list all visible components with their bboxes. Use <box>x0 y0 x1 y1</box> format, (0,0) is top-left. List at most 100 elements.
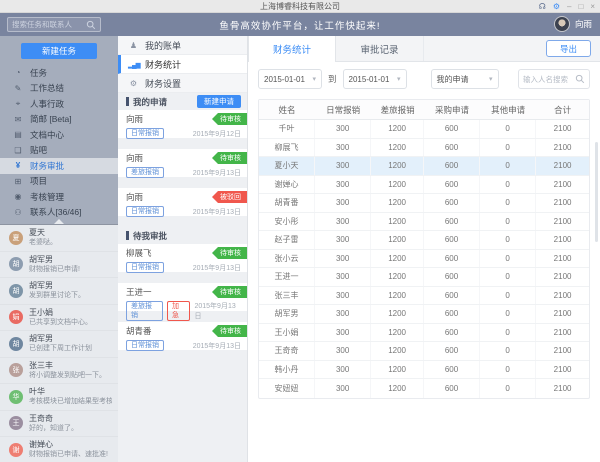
tab-label: 财务统计 <box>273 42 311 56</box>
tab-label: 审批记录 <box>360 42 398 56</box>
application-card[interactable]: 向雨 被驳回 日常报销 2015年9月13日 <box>118 188 247 216</box>
sidebar-nav-item[interactable]: 项目 <box>0 174 118 190</box>
table-row[interactable]: 谢婵心 300 1200 600 0 2100 <box>259 176 589 195</box>
cell-daily: 300 <box>315 157 371 175</box>
name-search[interactable] <box>518 69 590 89</box>
global-search-input[interactable] <box>12 20 86 29</box>
contact-item[interactable]: 胡 胡军男 已创建下周工作计划 <box>0 331 118 358</box>
name-search-input[interactable] <box>523 75 575 84</box>
cell-total: 2100 <box>536 250 589 268</box>
table-row[interactable]: 柳展飞 300 1200 600 0 2100 <box>259 139 589 158</box>
applicant-name: 王进一 <box>126 286 152 298</box>
table-row[interactable]: 千叶 300 1200 600 0 2100 <box>259 120 589 139</box>
applicant-name: 向雨 <box>126 113 143 125</box>
finance-menu-item[interactable]: 我的账单 <box>118 36 247 55</box>
panel-tab[interactable]: 财务统计 <box>248 36 336 62</box>
cell-travel: 1200 <box>371 231 424 249</box>
cell-name: 胡青番 <box>259 194 315 212</box>
table-row[interactable]: 张三丰 300 1200 600 0 2100 <box>259 287 589 306</box>
approval-card[interactable]: 柳展飞 待审核 日常报销 2015年9月13日 <box>118 244 247 272</box>
table-row[interactable]: 夏小天 300 1200 600 0 2100 <box>259 157 589 176</box>
table-row[interactable]: 安小彤 300 1200 600 0 2100 <box>259 213 589 232</box>
sidebar-nav-item[interactable]: 简邮 [Beta] <box>0 112 118 128</box>
sidebar-nav-item[interactable]: 贴吧 <box>0 143 118 159</box>
sidebar-nav-item[interactable]: 任务 <box>0 65 118 81</box>
support-icon[interactable]: ☊ <box>539 0 546 13</box>
app-window: 上海博睿科技有限公司 ☊ ⚙ – □ × 鱼骨高效协作平台，让工作快起来! 向雨… <box>0 0 600 462</box>
close-button[interactable]: × <box>590 0 595 13</box>
cell-name: 千叶 <box>259 120 315 138</box>
cell-travel: 1200 <box>371 287 424 305</box>
contact-avatar: 谢 <box>9 443 23 457</box>
contact-avatar: 华 <box>9 390 23 404</box>
table-row[interactable]: 韩小丹 300 1200 600 0 2100 <box>259 361 589 380</box>
cell-purchase: 600 <box>424 361 480 379</box>
cell-name: 胡军男 <box>259 305 315 323</box>
panel-tab[interactable]: 审批记录 <box>336 36 424 61</box>
sidebar-nav-item[interactable]: 人事行政 <box>0 96 118 112</box>
user-area[interactable]: 向雨 <box>554 16 592 32</box>
nav-label: 工作总结 <box>30 82 64 94</box>
cell-daily: 300 <box>315 287 371 305</box>
chevron-down-icon: ▾ <box>397 75 401 83</box>
sidebar-nav-item[interactable]: 考核管理 <box>0 189 118 205</box>
table-row[interactable]: 王小娟 300 1200 600 0 2100 <box>259 324 589 343</box>
cell-daily: 300 <box>315 176 371 194</box>
cell-other: 0 <box>480 176 536 194</box>
scope-select[interactable]: 我的申请 ▾ <box>431 69 499 89</box>
col-header: 差旅报销 <box>371 100 424 119</box>
scrollbar-thumb[interactable] <box>595 142 598 242</box>
table-row[interactable]: 王奇奇 300 1200 600 0 2100 <box>259 342 589 361</box>
application-card[interactable]: 向雨 待审核 差旅报销 2015年9月13日 <box>118 149 247 177</box>
contact-item[interactable]: 胡 胡军男 财物报销已申请! <box>0 252 118 279</box>
global-search[interactable] <box>7 17 101 32</box>
table-row[interactable]: 赵子雷 300 1200 600 0 2100 <box>259 231 589 250</box>
sidebar-nav-item[interactable]: 财务审批 <box>0 158 118 174</box>
approval-card[interactable]: 王进一 待审核 差旅报销 加急 2015年9月13日 <box>118 283 247 311</box>
cell-travel: 1200 <box>371 176 424 194</box>
sidebar-nav-item[interactable]: 工作总结 <box>0 81 118 97</box>
gear-icon[interactable]: ⚙ <box>553 0 560 13</box>
cell-purchase: 600 <box>424 176 480 194</box>
status-badge: 待审核 <box>212 325 247 337</box>
nav-icon <box>13 99 23 109</box>
export-button[interactable]: 导出 <box>546 40 591 57</box>
contact-item[interactable]: 张 张三丰 将小调整发到贴吧一下。 <box>0 358 118 385</box>
application-card[interactable]: 向雨 待审核 日常报销 2015年9月12日 <box>118 110 247 138</box>
contact-item[interactable]: 胡 胡军男 发到群里讨论下。 <box>0 278 118 305</box>
finance-menu-item[interactable]: 财务统计 <box>118 55 247 74</box>
sidebar-nav: 任务 工作总结 人事行政 简邮 [Beta] <box>0 65 118 220</box>
contact-name: 胡军男 <box>29 281 112 291</box>
table-row[interactable]: 胡军男 300 1200 600 0 2100 <box>259 305 589 324</box>
contact-item[interactable]: 华 叶华 考核模块已增加结果型考核。 <box>0 384 118 411</box>
contact-item[interactable]: 王 王奇奇 好的，知道了。 <box>0 411 118 438</box>
my-applications-list: 向雨 待审核 日常报销 2015年9月12日 向雨 待审核 <box>118 110 247 216</box>
cell-name: 张小云 <box>259 250 315 268</box>
cell-other: 0 <box>480 324 536 342</box>
maximize-button[interactable]: □ <box>578 0 583 13</box>
contact-item[interactable]: 夏 夏天 老婆哒。 <box>0 225 118 252</box>
finance-menu-item[interactable]: 财务设置 <box>118 74 247 93</box>
user-avatar[interactable] <box>554 16 570 32</box>
contact-name: 张三丰 <box>29 361 112 371</box>
applicant-name: 向雨 <box>126 152 143 164</box>
contact-item[interactable]: 谢 谢婵心 财物报销已申请、速批准! <box>0 437 118 462</box>
sidebar-nav-item[interactable]: 联系人[36/46] <box>0 205 118 221</box>
cell-other: 0 <box>480 379 536 398</box>
table-row[interactable]: 安妞妞 300 1200 600 0 2100 <box>259 379 589 398</box>
table-row[interactable]: 王进一 300 1200 600 0 2100 <box>259 268 589 287</box>
cell-other: 0 <box>480 287 536 305</box>
sidebar-nav-item[interactable]: 文档中心 <box>0 127 118 143</box>
date-from-value: 2015-01-01 <box>264 75 305 84</box>
minimize-button[interactable]: – <box>567 0 571 13</box>
new-application-button[interactable]: 新建申请 <box>197 95 241 108</box>
approval-card[interactable]: 胡青番 待审核 日常报销 2015年9月13日 <box>118 322 247 350</box>
date-from-select[interactable]: 2015-01-01 ▾ <box>258 69 322 89</box>
table-row[interactable]: 胡青番 300 1200 600 0 2100 <box>259 194 589 213</box>
table-row[interactable]: 张小云 300 1200 600 0 2100 <box>259 250 589 269</box>
date-to-select[interactable]: 2015-01-01 ▾ <box>343 69 407 89</box>
applicant-name: 胡青番 <box>126 325 152 337</box>
contact-item[interactable]: 娟 王小娟 已共享到文档中心。 <box>0 305 118 332</box>
nav-icon <box>13 115 23 124</box>
new-task-button[interactable]: 新建任务 <box>21 43 97 59</box>
